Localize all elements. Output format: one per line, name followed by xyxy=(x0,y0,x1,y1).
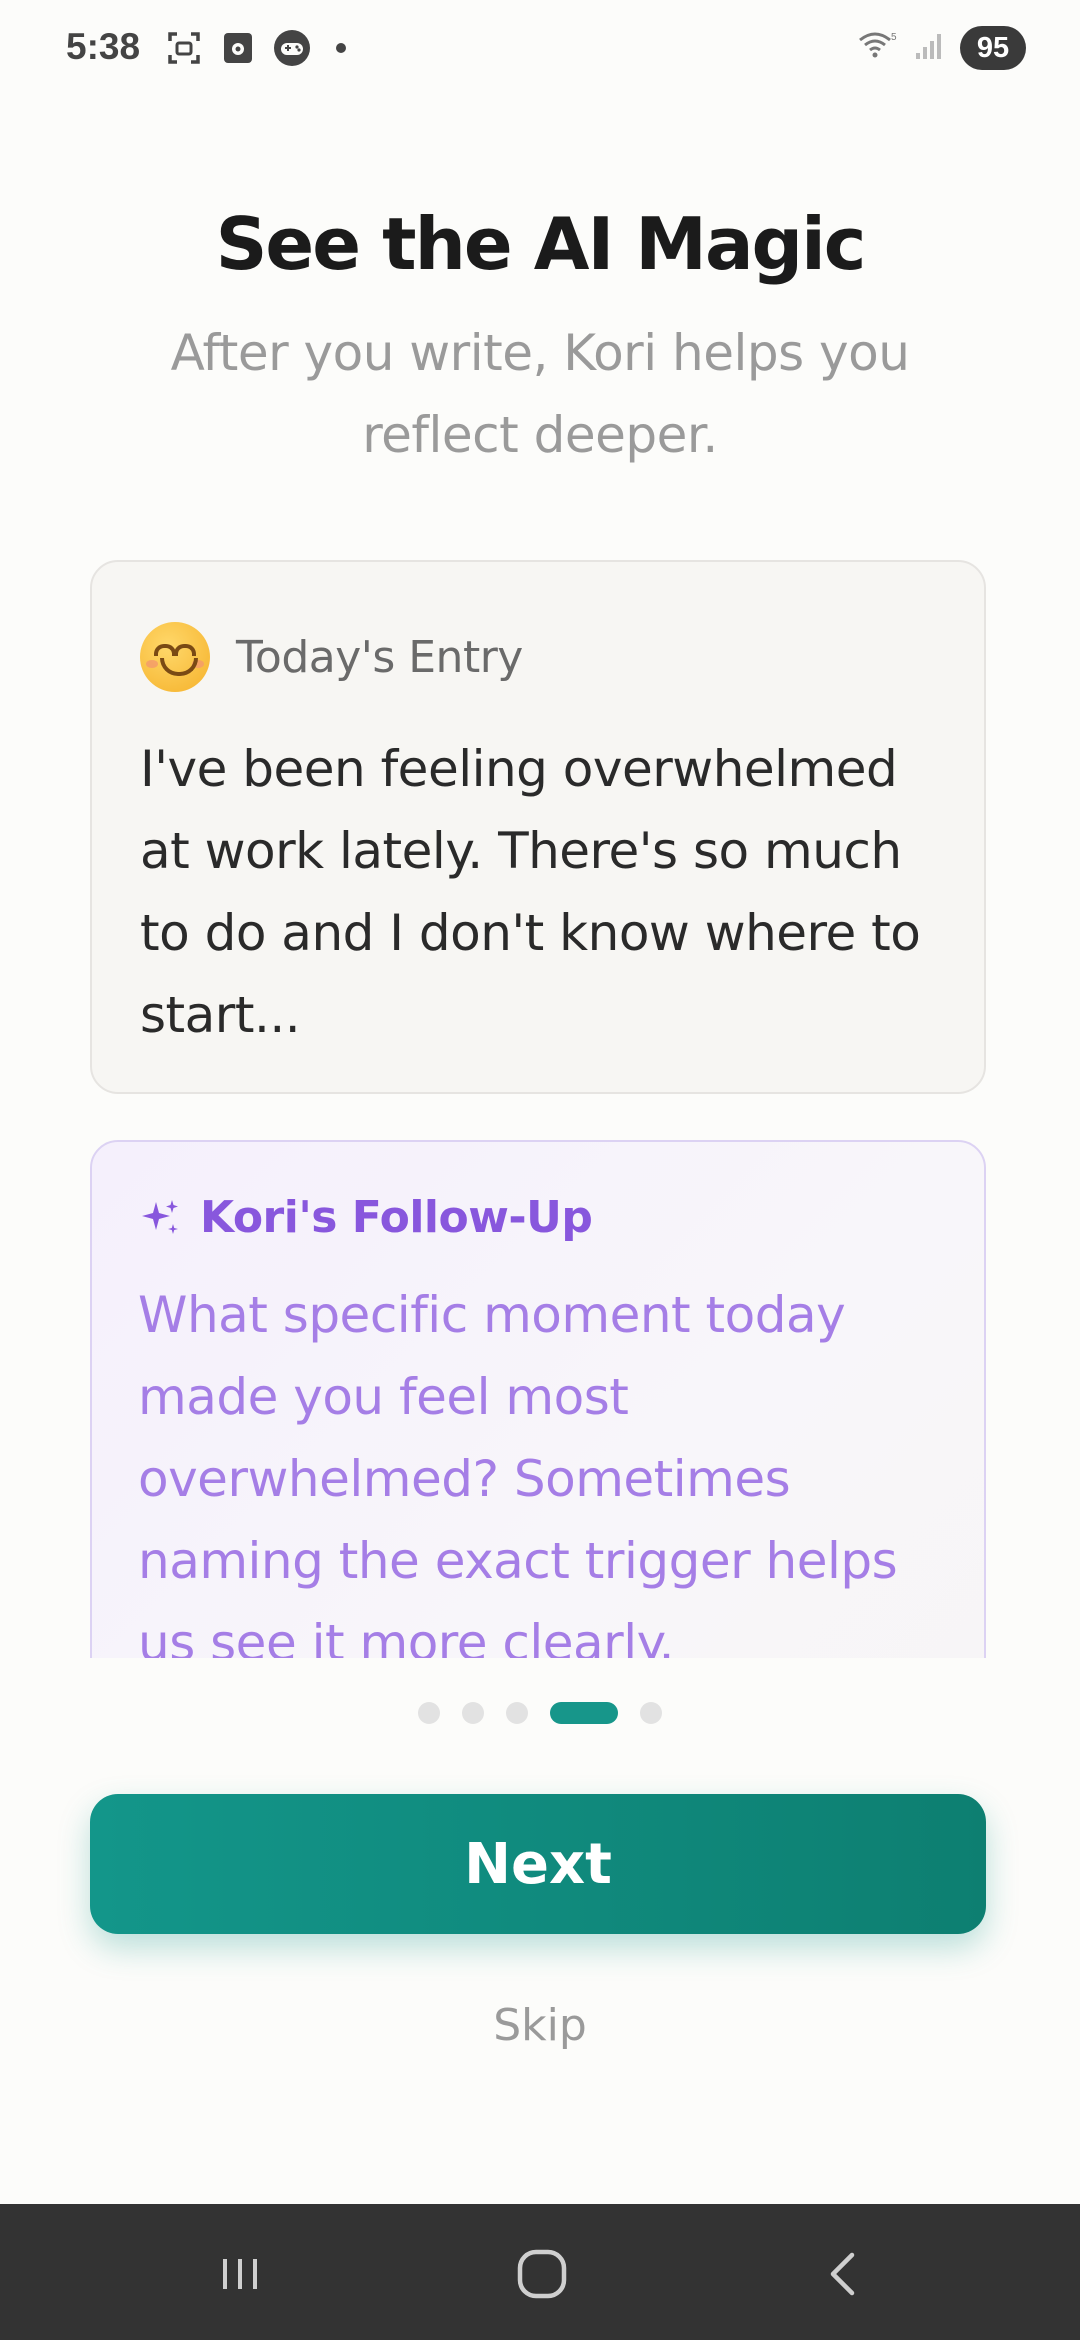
battery-icon: 95 xyxy=(960,26,1026,70)
page-dot-1 xyxy=(418,1702,440,1724)
next-button[interactable]: Next xyxy=(90,1794,986,1934)
wifi-icon: 5 xyxy=(858,30,898,66)
entry-card: Today's Entry I've been feeling overwhel… xyxy=(90,560,986,1094)
signal-icon xyxy=(914,31,944,65)
skip-link[interactable]: Skip xyxy=(0,2000,1080,2051)
screenshot-icon xyxy=(164,28,204,68)
entry-header: Today's Entry xyxy=(140,622,523,692)
status-bar: 5:38 5 95 xyxy=(0,0,1080,100)
recents-icon[interactable] xyxy=(200,2234,280,2314)
system-nav-bar xyxy=(0,2204,1080,2340)
entry-text: I've been feeling overwhelmed at work la… xyxy=(140,740,921,1044)
followup-card: Kori's Follow-Up What specific moment to… xyxy=(90,1140,986,1658)
page-title: See the AI Magic xyxy=(215,202,867,286)
media-icon xyxy=(218,28,258,68)
back-icon[interactable] xyxy=(804,2234,884,2314)
page-subtitle: After you write, Kori helps you reflect … xyxy=(170,324,910,464)
status-time: 5:38 xyxy=(66,26,141,67)
notification-dot xyxy=(336,43,346,53)
sparkle-icon xyxy=(142,1199,178,1234)
followup-header: Kori's Follow-Up xyxy=(138,1192,593,1243)
game-icon xyxy=(272,28,312,68)
page-dot-3 xyxy=(506,1702,528,1724)
status-right-icons: 5 95 xyxy=(858,26,1026,70)
followup-label: Kori's Follow-Up xyxy=(200,1192,593,1243)
page-indicator xyxy=(0,1702,1080,1724)
page-dot-2 xyxy=(462,1702,484,1724)
smiling-face-icon xyxy=(140,622,210,692)
page-dot-5 xyxy=(640,1702,662,1724)
status-left-icons xyxy=(164,28,346,68)
home-icon[interactable] xyxy=(502,2234,582,2314)
svg-text:5: 5 xyxy=(891,32,897,43)
page-dot-4-active xyxy=(550,1702,618,1724)
entry-label: Today's Entry xyxy=(236,631,523,683)
followup-card-viewport[interactable]: Kori's Follow-Up What specific moment to… xyxy=(90,1140,986,1658)
followup-text: What specific moment today made you feel… xyxy=(138,1286,898,1658)
